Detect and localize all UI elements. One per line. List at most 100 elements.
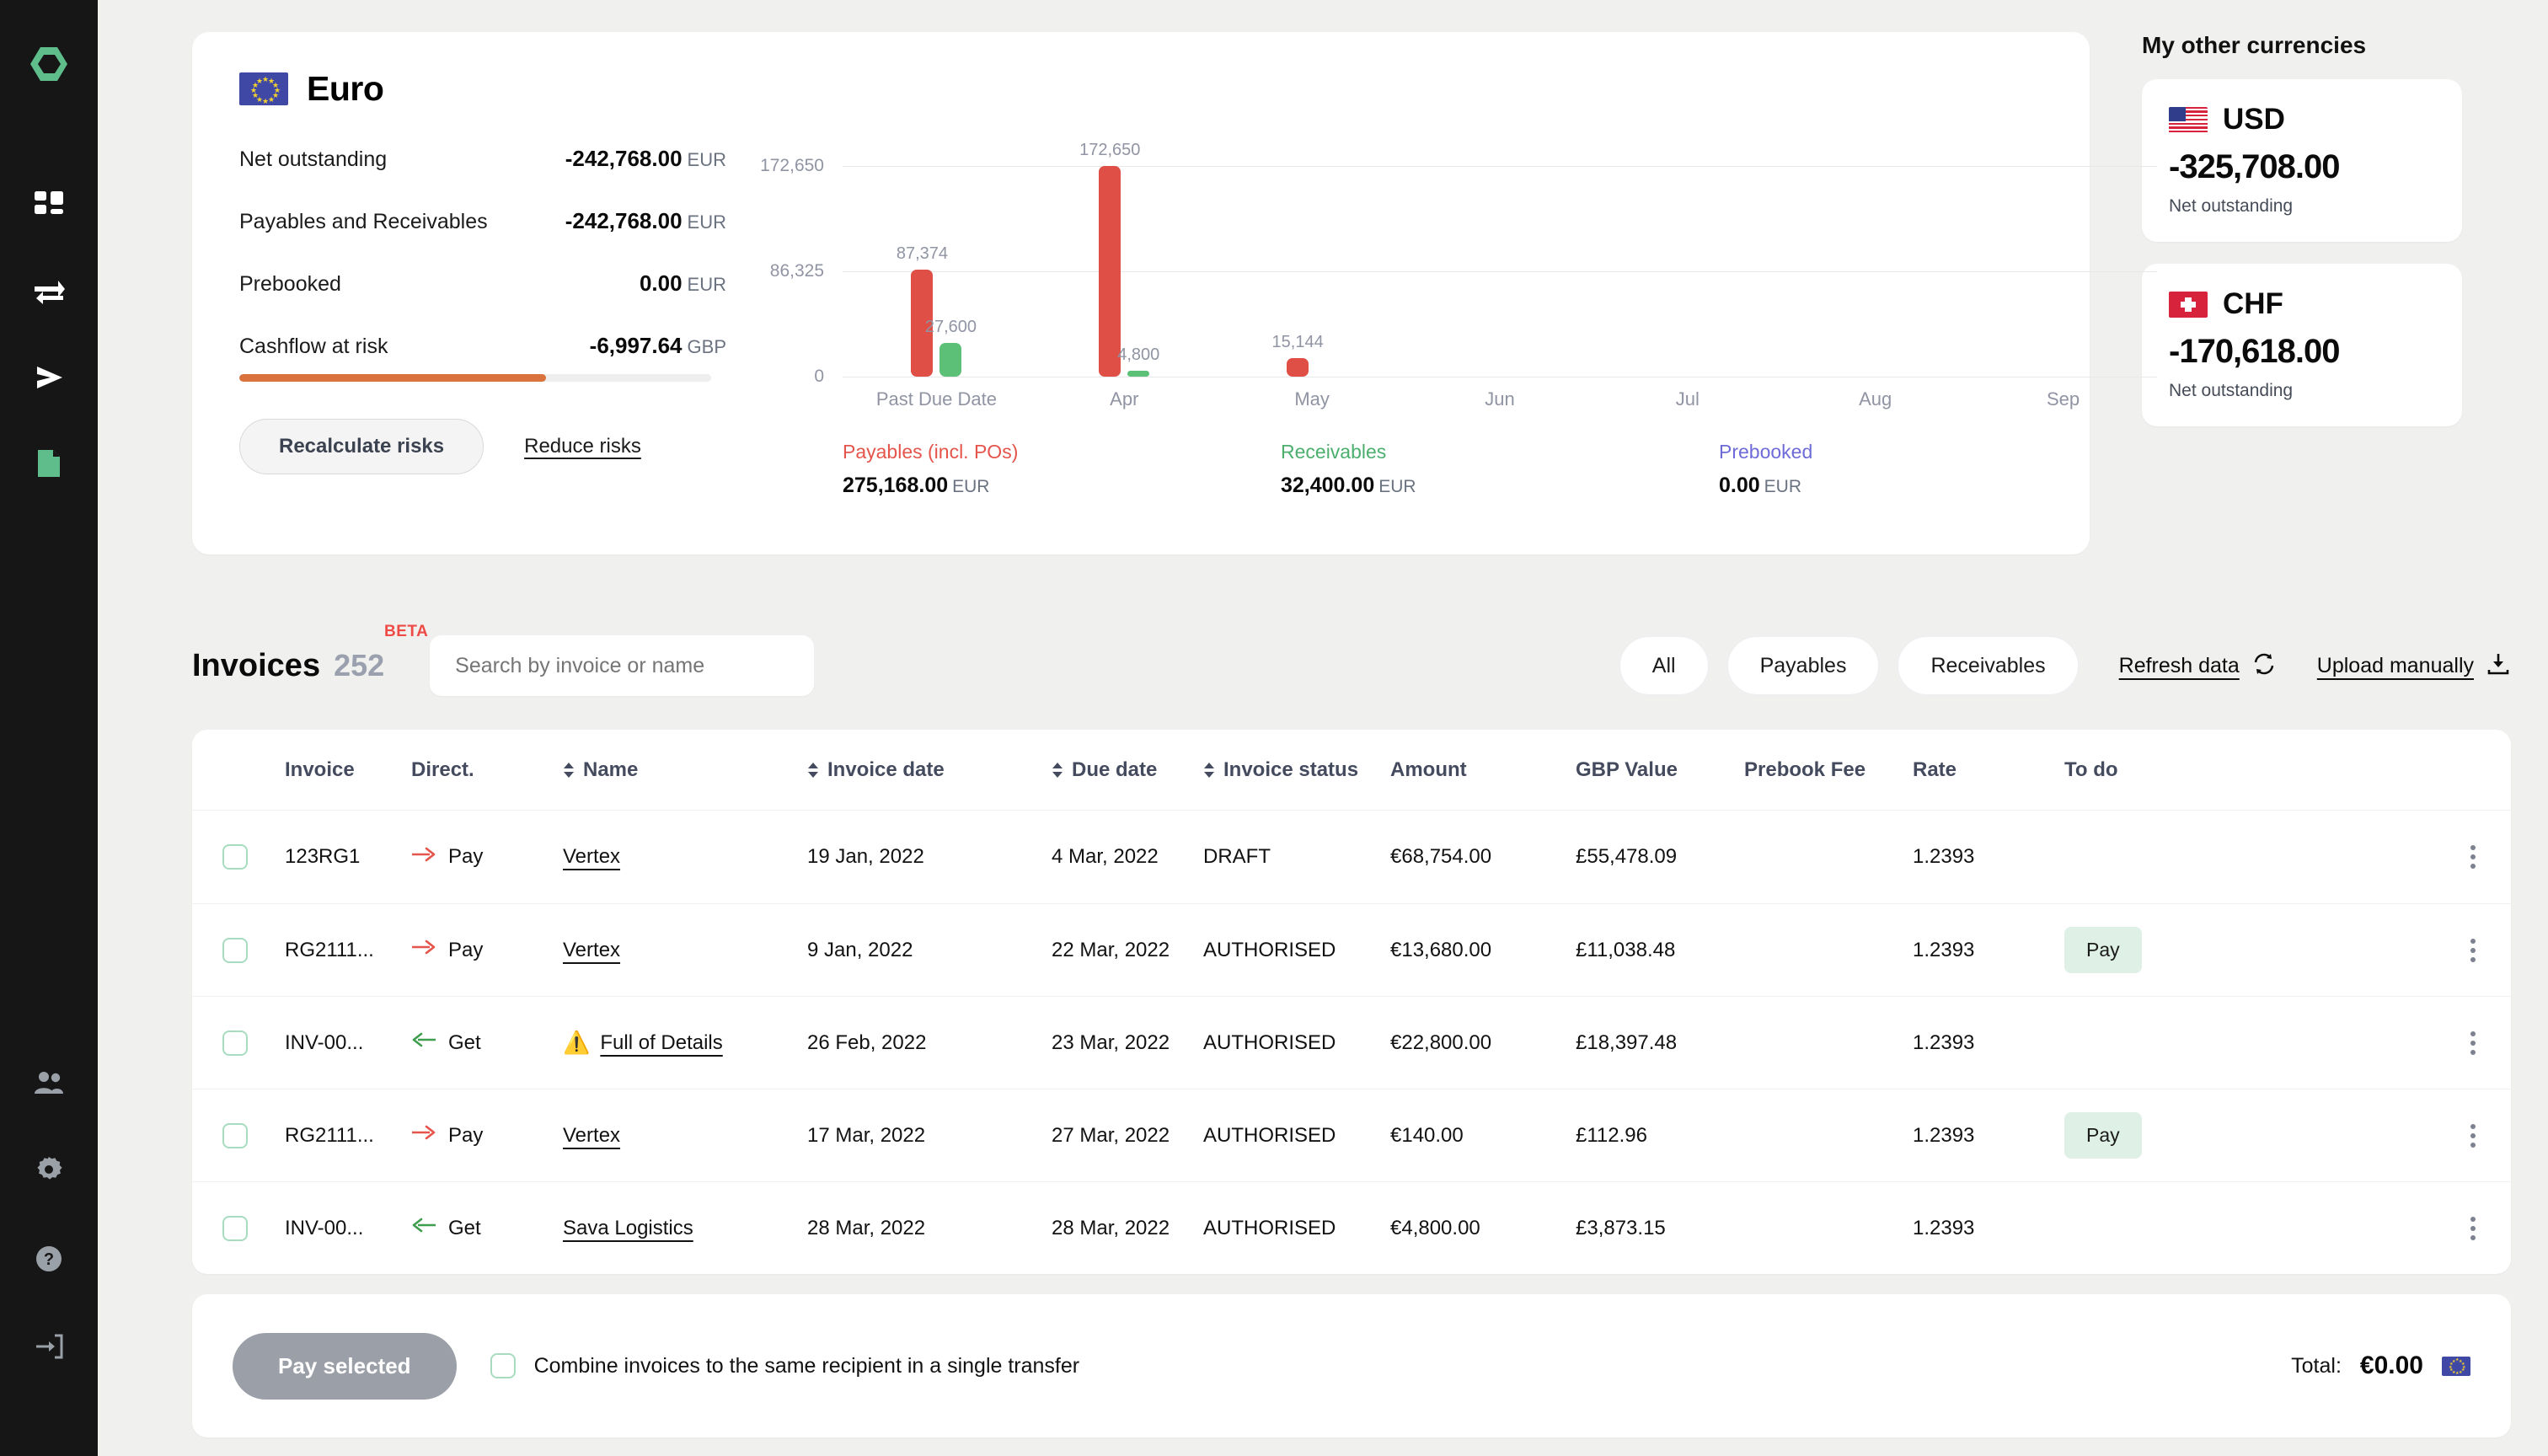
- row-checkbox[interactable]: [222, 844, 248, 870]
- table-row[interactable]: RG2111... Pay Vertex 17 Mar, 2022 27 Mar, 20…: [192, 1089, 2511, 1181]
- logout-icon: [35, 1334, 63, 1363]
- sort-icon: [563, 762, 575, 779]
- row-checkbox[interactable]: [222, 937, 248, 963]
- name-link[interactable]: Vertex: [563, 939, 620, 962]
- name-link[interactable]: Full of Details: [600, 1031, 722, 1055]
- column-name[interactable]: Name: [563, 758, 807, 782]
- chart-x-tick: Sep: [2046, 388, 2080, 410]
- cell-invoice-status: AUTHORISED: [1203, 1030, 1336, 1054]
- sidebar-item-help[interactable]: ?: [19, 1230, 79, 1291]
- stat-value: -242,768.00 EUR: [565, 208, 726, 233]
- column-invoice[interactable]: Invoice: [285, 758, 411, 782]
- currency-card-chf[interactable]: CHF -170,618.00 Net outstanding: [2142, 264, 2462, 426]
- direction-label: Pay: [448, 938, 484, 961]
- cell-gbp-value: £55,478.09: [1576, 845, 1678, 868]
- column-rate[interactable]: Rate: [1913, 758, 2064, 782]
- row-select-cell: [222, 1215, 285, 1241]
- row-select-cell: [222, 1122, 285, 1148]
- name-link[interactable]: Vertex: [563, 845, 620, 869]
- combine-invoices-checkbox[interactable]: [490, 1353, 516, 1378]
- column-invoice-status[interactable]: Invoice status: [1203, 758, 1390, 782]
- sidebar-item-contacts[interactable]: [19, 1055, 79, 1116]
- combine-invoices-option[interactable]: Combine invoices to the same recipient i…: [490, 1353, 1079, 1378]
- cell-name: Vertex: [563, 939, 807, 962]
- column-invoice-date[interactable]: Invoice date: [807, 758, 1052, 782]
- refresh-data-button[interactable]: Refresh data: [2119, 651, 2277, 681]
- currency-card-usd[interactable]: USD -325,708.00 Net outstanding: [2142, 79, 2462, 242]
- sidebar-item-transfers[interactable]: [19, 263, 79, 324]
- legend-label: Receivables: [1281, 441, 1387, 463]
- chart-bar-label: 172,650: [1079, 141, 1141, 159]
- invoices-count: 252: [334, 647, 385, 682]
- column-label: Name: [583, 757, 639, 781]
- cell-amount: €140.00: [1390, 1123, 1464, 1147]
- cashflow-bar-chart: 172,650 86,325 0 87,374 27,600 172,650 4,800 15…: [760, 141, 2157, 521]
- cell-to-do: Pay: [2064, 1112, 2422, 1159]
- filter-tab-all[interactable]: All: [1619, 636, 1709, 695]
- cell-invoice-date: 19 Jan, 2022: [807, 845, 924, 868]
- direction-label: Get: [448, 1216, 481, 1239]
- table-row[interactable]: RG2111... Pay Vertex 9 Jan, 2022 22 Mar, 202…: [192, 903, 2511, 996]
- reduce-risks-link[interactable]: Reduce risks: [524, 435, 641, 458]
- table-row[interactable]: INV-00... Get Sava Logistics 28 Mar, 2022 28…: [192, 1181, 2511, 1274]
- sidebar-item-send[interactable]: [19, 349, 79, 410]
- pay-selected-button[interactable]: Pay selected: [233, 1332, 457, 1400]
- ch-flag-icon: [2169, 291, 2208, 318]
- row-overflow-menu-icon[interactable]: [2465, 1212, 2481, 1245]
- row-overflow-menu-icon[interactable]: [2465, 934, 2481, 967]
- recalculate-risks-button[interactable]: Recalculate risks: [239, 419, 484, 474]
- column-gbp-value[interactable]: GBP Value: [1576, 758, 1744, 782]
- cell-menu: [2422, 1212, 2481, 1245]
- cell-rate: 1.2393: [1913, 1030, 1975, 1054]
- chart-x-tick: Apr: [1110, 388, 1139, 410]
- direction-label: Pay: [448, 845, 484, 868]
- sidebar-item-logout[interactable]: [19, 1318, 79, 1378]
- invoices-header: Invoices 252 BETA All Payables Receivabl…: [192, 623, 2511, 696]
- cell-amount: €13,680.00: [1390, 938, 1492, 961]
- cell-invoice-status: AUTHORISED: [1203, 938, 1336, 961]
- chart-x-tick: Aug: [1859, 388, 1892, 410]
- column-prebook-fee[interactable]: Prebook Fee: [1744, 758, 1913, 782]
- upload-manually-label: Upload manually: [2316, 653, 2474, 677]
- column-due-date[interactable]: Due date: [1052, 758, 1203, 782]
- sidebar-item-settings[interactable]: [19, 1143, 79, 1203]
- row-checkbox[interactable]: [222, 1122, 248, 1148]
- stat-currency: GBP: [687, 336, 726, 357]
- name-link[interactable]: Vertex: [563, 1124, 620, 1148]
- row-overflow-menu-icon[interactable]: [2465, 840, 2481, 874]
- row-overflow-menu-icon[interactable]: [2465, 1119, 2481, 1153]
- chart-x-tick: May: [1294, 388, 1330, 410]
- row-pay-button[interactable]: Pay: [2064, 1112, 2142, 1159]
- row-pay-button[interactable]: Pay: [2064, 927, 2142, 973]
- sidebar-item-invoices[interactable]: [19, 435, 79, 495]
- filter-tab-receivables[interactable]: Receivables: [1898, 636, 2079, 695]
- column-amount[interactable]: Amount: [1390, 758, 1576, 782]
- column-to-do[interactable]: To do: [2064, 758, 2422, 782]
- filter-tab-payables[interactable]: Payables: [1726, 636, 1880, 695]
- transfer-arrows-icon: [33, 278, 65, 309]
- invoices-title: Invoices: [192, 647, 321, 683]
- column-direction[interactable]: Direct.: [411, 758, 563, 782]
- stat-value: 0.00 EUR: [639, 270, 726, 296]
- chart-legend: Payables (incl. POs) 275,168.00 EUR Recei…: [843, 441, 2157, 498]
- row-checkbox[interactable]: [222, 1030, 248, 1056]
- name-link[interactable]: Sava Logistics: [563, 1217, 693, 1240]
- legend-item-receivables: Receivables 32,400.00 EUR: [1281, 441, 1719, 498]
- cell-invoice-date: 9 Jan, 2022: [807, 938, 913, 961]
- table-row[interactable]: INV-00... Get ⚠️ Full of Details 26 Feb, 202…: [192, 996, 2511, 1089]
- legend-label: Prebooked: [1719, 441, 1813, 463]
- search-input[interactable]: [430, 635, 815, 696]
- upload-manually-button[interactable]: Upload manually: [2317, 651, 2511, 681]
- row-select-cell: [222, 1030, 285, 1056]
- table-row[interactable]: 123RG1 Pay Vertex 19 Jan, 2022 4 Mar, 2022 DR…: [192, 811, 2511, 903]
- table-body: 123RG1 Pay Vertex 19 Jan, 2022 4 Mar, 2022 DR…: [192, 811, 2511, 1274]
- legend-label: Payables (incl. POs): [843, 441, 1019, 463]
- cell-rate: 1.2393: [1913, 938, 1975, 961]
- row-overflow-menu-icon[interactable]: [2465, 1026, 2481, 1060]
- currency-code: USD: [2223, 103, 2285, 136]
- row-checkbox[interactable]: [222, 1215, 248, 1241]
- hexagon-logo-icon[interactable]: [29, 44, 69, 84]
- cell-invoice-date: 28 Mar, 2022: [807, 1216, 926, 1239]
- sidebar-item-dashboard[interactable]: [19, 177, 79, 238]
- euro-summary-card: ★ ★ ★ ★ ★ ★ ★ ★ ★ ★ ★ ★ Euro Net outstan…: [192, 32, 2157, 554]
